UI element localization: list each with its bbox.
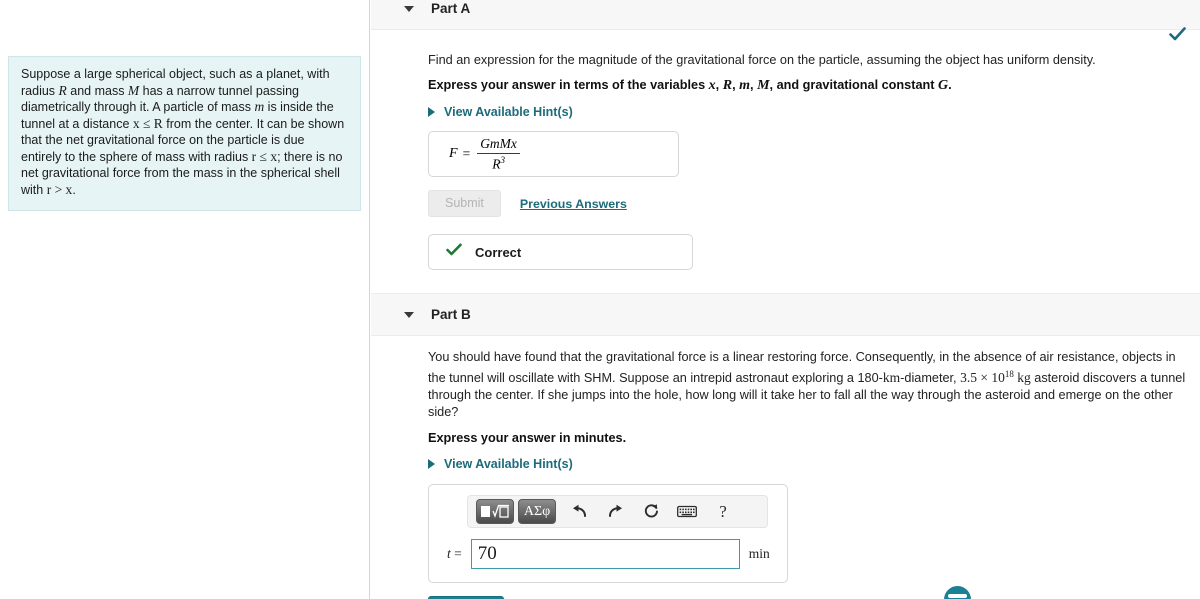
mass-exponent: 18 — [1004, 369, 1014, 379]
instr-sep-1: , — [715, 78, 723, 92]
math-toolbar: ΑΣφ ? — [467, 495, 768, 529]
part-a-hints-label: View Available Hint(s) — [444, 105, 573, 119]
left-panel: Suppose a large spherical object, such a… — [0, 0, 370, 599]
part-a-feedback-box: Correct — [428, 234, 693, 270]
answer-variable-label: t = — [447, 546, 462, 562]
expr-r-gt-x: r > x — [46, 181, 73, 197]
var-m: m — [739, 78, 751, 93]
problem-statement-card: Suppose a large spherical object, such a… — [8, 56, 361, 211]
collapse-caret-part-b[interactable] — [404, 311, 414, 318]
unit-kg: kg — [1013, 370, 1031, 386]
var-G: G — [938, 78, 949, 93]
check-icon — [446, 243, 462, 262]
var-R: R — [722, 78, 733, 93]
part-a-hints-toggle[interactable]: View Available Hint(s) — [428, 105, 1186, 119]
expr-x-le-R: x ≤ R — [132, 115, 163, 131]
part-a-question: Find an expression for the magnitude of … — [428, 53, 1096, 67]
mass-base: 10 — [991, 370, 1005, 386]
part-b-hints-label: View Available Hint(s) — [444, 457, 573, 472]
answer-input[interactable] — [470, 539, 740, 570]
part-a-instruction: Express your answer in terms of the vari… — [428, 78, 1186, 94]
part-a-header[interactable]: Part A — [371, 0, 1200, 41]
part-b-instruction: Express your answer in minutes. — [428, 431, 627, 446]
part-a-feedback-text: Correct — [475, 244, 522, 260]
var-M-1: M — [127, 82, 140, 98]
answer-unit-label: min — [748, 546, 770, 562]
statement-text-2: and mass — [66, 83, 128, 98]
part-a-status-check — [1169, 27, 1186, 47]
statement-text-7: . — [72, 182, 76, 197]
part-a-submit-button[interactable]: Submit — [428, 190, 501, 217]
times-symbol: × — [976, 370, 992, 386]
formula-equals: = — [462, 146, 471, 161]
var-M: M — [757, 78, 770, 93]
part-b-hints-toggle[interactable]: View Available Hint(s) — [428, 457, 1186, 471]
part-a-previous-answers-link[interactable]: Previous Answers — [520, 197, 627, 211]
var-x: x — [708, 78, 716, 93]
formula-numerator: GmMx — [477, 136, 520, 154]
help-icon[interactable]: ? — [710, 499, 736, 525]
template-icon[interactable] — [476, 499, 514, 525]
formula-denominator: R3 — [477, 154, 520, 173]
keyboard-icon[interactable] — [674, 499, 700, 525]
answer-input-row: t = min — [441, 539, 775, 570]
undo-icon[interactable] — [566, 499, 592, 525]
expr-r-le-x: r ≤ x — [251, 148, 278, 164]
instr-text-2: , and gravitational constant — [769, 78, 939, 92]
equals-sign: = — [454, 546, 462, 562]
var-m-1: m — [254, 99, 265, 114]
var-R-1: R — [58, 82, 67, 98]
denominator-exponent: 3 — [500, 154, 505, 165]
formula-fraction: GmMx R3 — [477, 136, 520, 173]
mass-mantissa: 3.5 — [960, 370, 977, 386]
main-panel: Review Part A Find an expression for the… — [371, 0, 1200, 599]
redo-icon[interactable] — [602, 499, 628, 525]
instr-text-1: Express your answer in terms of the vari… — [428, 78, 709, 92]
part-a-body: Find an expression for the magnitude of … — [428, 52, 1186, 270]
variable-t: t — [447, 546, 451, 562]
collapse-caret-part-a[interactable] — [404, 5, 414, 12]
part-b-header[interactable]: Part B — [371, 293, 1200, 336]
part-a-actions: Submit Previous Answers — [428, 190, 1186, 217]
part-b-body: You should have found that the gravitati… — [428, 349, 1186, 599]
part-b-question: You should have found that the gravitati… — [428, 349, 1186, 421]
part-a-title: Part A — [431, 1, 471, 16]
triangle-right-icon-b — [428, 459, 435, 470]
unit-km: km — [882, 370, 901, 386]
formula-lhs: F — [449, 146, 458, 161]
part-a-answer-display[interactable]: F = GmMx R3 — [428, 131, 679, 177]
greek-symbols-button[interactable]: ΑΣφ — [518, 499, 556, 525]
triangle-right-icon — [428, 107, 435, 117]
instr-text-3: . — [948, 78, 952, 92]
assignment-page: Suppose a large spherical object, such a… — [0, 0, 1200, 599]
pb-text-2: -diameter, — [900, 371, 961, 386]
part-b-answer-widget: ΑΣφ ? t = 70 min — [428, 484, 788, 584]
reset-icon[interactable] — [638, 499, 664, 525]
part-b-title: Part B — [431, 307, 471, 322]
